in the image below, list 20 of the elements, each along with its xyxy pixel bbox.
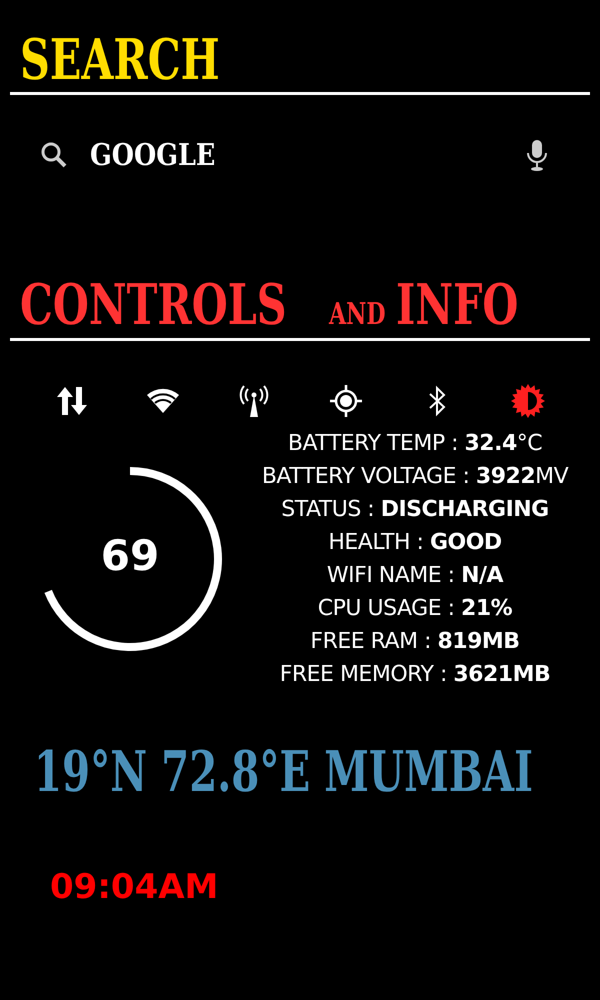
info-row-text: FREE RAM : 819MB	[310, 628, 520, 656]
info-row-text: CPU USAGE : 21%	[318, 594, 512, 623]
location-text: 19°N 72.8°E MUMBAI	[34, 738, 533, 805]
clock-time: 09:04AM	[50, 866, 218, 907]
section-title: INFO	[396, 273, 518, 338]
brightness-icon[interactable]	[510, 382, 546, 419]
info-row-text: BATTERY TEMP : 32.4°C	[288, 430, 542, 458]
section-title: AND	[328, 298, 386, 333]
info-row-text: HEALTH : GOOD	[328, 528, 502, 557]
microphone-icon[interactable]	[526, 139, 548, 172]
info-row-text: BATTERY VOLTAGE : 3922MV	[262, 462, 568, 491]
battery-percentage: 69	[100, 530, 160, 580]
info-row-text: WIFI NAME : N/A	[326, 562, 504, 590]
info-row-text: FREE MEMORY : 3621MB	[280, 660, 550, 689]
gps-icon[interactable]	[328, 382, 364, 419]
search-icon[interactable]	[40, 141, 68, 170]
section-title: SEARCH	[20, 28, 220, 92]
info-row-text: STATUS : DISCHARGING	[281, 496, 549, 524]
section-title: CONTROLS	[20, 273, 287, 338]
search-provider-label[interactable]: GOOGLE	[90, 138, 216, 173]
